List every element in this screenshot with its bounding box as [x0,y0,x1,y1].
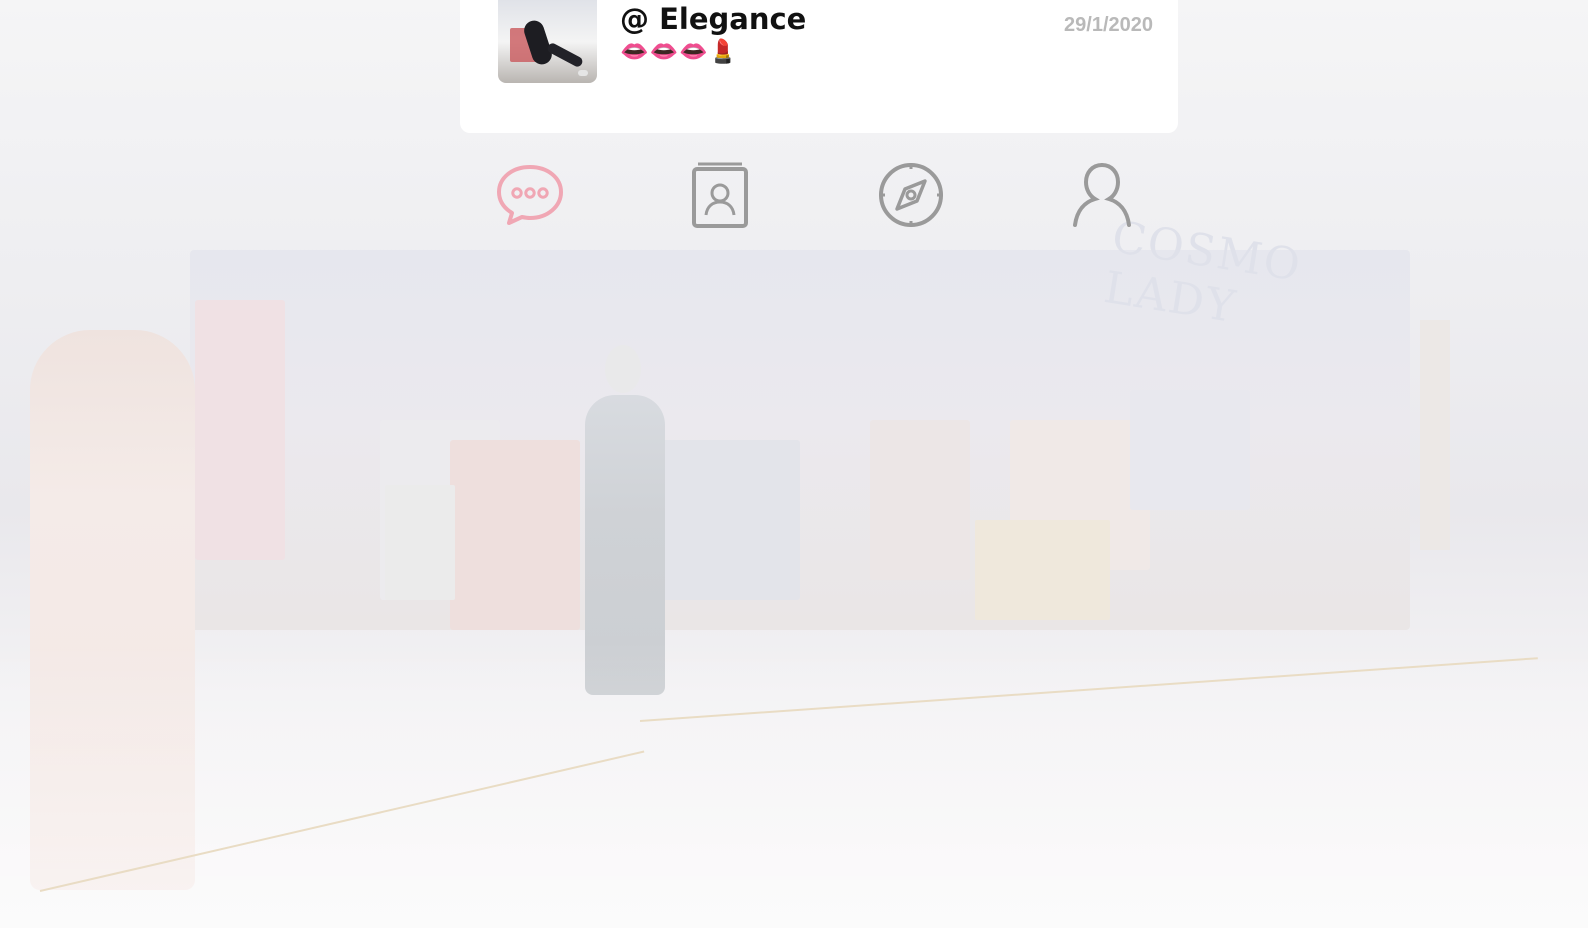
tab-discover[interactable] [876,160,946,230]
avatar-figure-shoe [578,70,588,76]
mannequin-head [605,345,641,393]
chat-name: @ Elegance [620,2,807,36]
clothing-rack [195,300,285,560]
tab-me[interactable] [1067,160,1137,230]
chat-message-preview: 👄👄👄💄 [620,39,739,65]
avatar[interactable] [498,0,597,83]
contacts-icon [692,162,748,228]
clothing-rack [870,420,970,580]
mall-pillar [1420,320,1450,550]
chat-list-item[interactable]: @ Elegance 👄👄👄💄 29/1/2020 [460,0,1178,133]
display-table [975,520,1110,620]
compass-icon [879,163,943,227]
chat-timestamp: 29/1/2020 [1064,14,1153,36]
clothing-rack [450,440,580,630]
display-table [385,485,455,600]
store-background-image: COSMO LADY [0,0,1588,928]
floor [0,640,1588,928]
tab-chats[interactable] [495,160,565,230]
chat-bubble-icon [497,165,563,225]
tab-contacts[interactable] [685,160,755,230]
clothing-rack [660,440,800,600]
clothing-rack [1130,390,1250,510]
person-icon [1073,163,1131,227]
